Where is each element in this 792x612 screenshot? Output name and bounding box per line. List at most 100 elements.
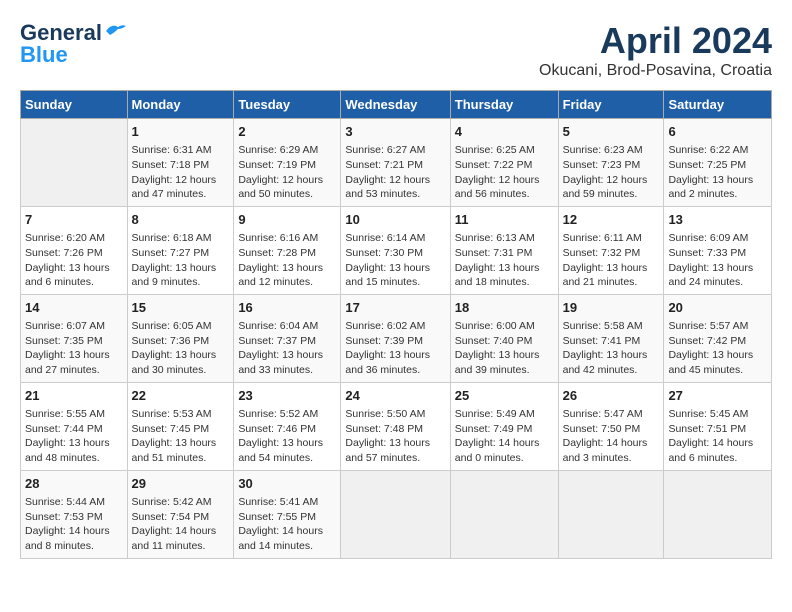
day-number: 1 [132, 123, 230, 141]
day-number: 17 [345, 299, 445, 317]
calendar-cell: 10 Sunrise: 6:14 AMSunset: 7:30 PMDayligh… [341, 206, 450, 294]
cell-content: Sunrise: 6:20 AMSunset: 7:26 PMDaylight:… [25, 231, 123, 290]
calendar-cell: 12 Sunrise: 6:11 AMSunset: 7:32 PMDayligh… [558, 206, 664, 294]
calendar-cell: 14 Sunrise: 6:07 AMSunset: 7:35 PMDayligh… [21, 294, 128, 382]
header-cell-thursday: Thursday [450, 91, 558, 119]
calendar-cell: 27 Sunrise: 5:45 AMSunset: 7:51 PMDayligh… [664, 382, 772, 470]
day-number: 2 [238, 123, 336, 141]
header-cell-wednesday: Wednesday [341, 91, 450, 119]
day-number: 24 [345, 387, 445, 405]
cell-content: Sunrise: 5:50 AMSunset: 7:48 PMDaylight:… [345, 407, 445, 466]
calendar-cell: 11 Sunrise: 6:13 AMSunset: 7:31 PMDayligh… [450, 206, 558, 294]
day-number: 14 [25, 299, 123, 317]
cell-content: Sunrise: 6:27 AMSunset: 7:21 PMDaylight:… [345, 143, 445, 202]
calendar-cell: 20 Sunrise: 5:57 AMSunset: 7:42 PMDayligh… [664, 294, 772, 382]
calendar-week-row: 21 Sunrise: 5:55 AMSunset: 7:44 PMDayligh… [21, 382, 772, 470]
calendar-cell: 8Sunrise: 6:18 AMSunset: 7:27 PMDaylight… [127, 206, 234, 294]
calendar-cell [558, 470, 664, 558]
cell-content: Sunrise: 6:09 AMSunset: 7:33 PMDaylight:… [668, 231, 767, 290]
calendar-cell: 4 Sunrise: 6:25 AMSunset: 7:22 PMDaylight… [450, 119, 558, 207]
cell-content: Sunrise: 6:05 AMSunset: 7:36 PMDaylight:… [132, 319, 230, 378]
day-number: 6 [668, 123, 767, 141]
calendar-cell: 16 Sunrise: 6:04 AMSunset: 7:37 PMDayligh… [234, 294, 341, 382]
calendar-week-row: 14 Sunrise: 6:07 AMSunset: 7:35 PMDayligh… [21, 294, 772, 382]
calendar-cell: 22 Sunrise: 5:53 AMSunset: 7:45 PMDayligh… [127, 382, 234, 470]
calendar-cell: 7Sunrise: 6:20 AMSunset: 7:26 PMDaylight… [21, 206, 128, 294]
calendar-cell: 5 Sunrise: 6:23 AMSunset: 7:23 PMDaylight… [558, 119, 664, 207]
day-number: 3 [345, 123, 445, 141]
calendar-cell: 13 Sunrise: 6:09 AMSunset: 7:33 PMDayligh… [664, 206, 772, 294]
day-number: 21 [25, 387, 123, 405]
header-cell-saturday: Saturday [664, 91, 772, 119]
cell-content: Sunrise: 6:14 AMSunset: 7:30 PMDaylight:… [345, 231, 445, 290]
calendar-week-row: 28 Sunrise: 5:44 AMSunset: 7:53 PMDayligh… [21, 470, 772, 558]
cell-content: Sunrise: 6:02 AMSunset: 7:39 PMDaylight:… [345, 319, 445, 378]
cell-content: Sunrise: 6:07 AMSunset: 7:35 PMDaylight:… [25, 319, 123, 378]
calendar-cell: 30 Sunrise: 5:41 AMSunset: 7:55 PMDayligh… [234, 470, 341, 558]
calendar-body: 1 Sunrise: 6:31 AMSunset: 7:18 PMDaylight… [21, 119, 772, 559]
title-block: April 2024 Okucani, Brod-Posavina, Croat… [539, 20, 772, 80]
logo-blue: Blue [20, 42, 68, 68]
cell-content: Sunrise: 6:13 AMSunset: 7:31 PMDaylight:… [455, 231, 554, 290]
calendar-table: SundayMondayTuesdayWednesdayThursdayFrid… [20, 90, 772, 559]
cell-content: Sunrise: 6:00 AMSunset: 7:40 PMDaylight:… [455, 319, 554, 378]
header-row: SundayMondayTuesdayWednesdayThursdayFrid… [21, 91, 772, 119]
cell-content: Sunrise: 5:58 AMSunset: 7:41 PMDaylight:… [563, 319, 660, 378]
cell-content: Sunrise: 5:57 AMSunset: 7:42 PMDaylight:… [668, 319, 767, 378]
cell-content: Sunrise: 5:52 AMSunset: 7:46 PMDaylight:… [238, 407, 336, 466]
day-number: 16 [238, 299, 336, 317]
cell-content: Sunrise: 5:47 AMSunset: 7:50 PMDaylight:… [563, 407, 660, 466]
day-number: 28 [25, 475, 123, 493]
calendar-cell: 18Sunrise: 6:00 AMSunset: 7:40 PMDayligh… [450, 294, 558, 382]
calendar-cell: 29Sunrise: 5:42 AMSunset: 7:54 PMDayligh… [127, 470, 234, 558]
cell-content: Sunrise: 5:44 AMSunset: 7:53 PMDaylight:… [25, 495, 123, 554]
cell-content: Sunrise: 5:45 AMSunset: 7:51 PMDaylight:… [668, 407, 767, 466]
calendar-cell: 23 Sunrise: 5:52 AMSunset: 7:46 PMDayligh… [234, 382, 341, 470]
header-cell-tuesday: Tuesday [234, 91, 341, 119]
day-number: 20 [668, 299, 767, 317]
cell-content: Sunrise: 5:53 AMSunset: 7:45 PMDaylight:… [132, 407, 230, 466]
day-number: 5 [563, 123, 660, 141]
day-number: 19 [563, 299, 660, 317]
calendar-cell [450, 470, 558, 558]
day-number: 27 [668, 387, 767, 405]
header-cell-monday: Monday [127, 91, 234, 119]
day-number: 11 [455, 211, 554, 229]
day-number: 13 [668, 211, 767, 229]
calendar-cell: 9 Sunrise: 6:16 AMSunset: 7:28 PMDaylight… [234, 206, 341, 294]
day-number: 9 [238, 211, 336, 229]
cell-content: Sunrise: 6:18 AMSunset: 7:27 PMDaylight:… [132, 231, 230, 290]
cell-content: Sunrise: 6:11 AMSunset: 7:32 PMDaylight:… [563, 231, 660, 290]
calendar-week-row: 1 Sunrise: 6:31 AMSunset: 7:18 PMDaylight… [21, 119, 772, 207]
day-number: 25 [455, 387, 554, 405]
cell-content: Sunrise: 6:22 AMSunset: 7:25 PMDaylight:… [668, 143, 767, 202]
day-number: 30 [238, 475, 336, 493]
cell-content: Sunrise: 6:23 AMSunset: 7:23 PMDaylight:… [563, 143, 660, 202]
cell-content: Sunrise: 5:41 AMSunset: 7:55 PMDaylight:… [238, 495, 336, 554]
cell-content: Sunrise: 5:55 AMSunset: 7:44 PMDaylight:… [25, 407, 123, 466]
calendar-week-row: 7Sunrise: 6:20 AMSunset: 7:26 PMDaylight… [21, 206, 772, 294]
day-number: 10 [345, 211, 445, 229]
calendar-header: SundayMondayTuesdayWednesdayThursdayFrid… [21, 91, 772, 119]
calendar-cell: 26 Sunrise: 5:47 AMSunset: 7:50 PMDayligh… [558, 382, 664, 470]
calendar-cell [341, 470, 450, 558]
calendar-cell: 17 Sunrise: 6:02 AMSunset: 7:39 PMDayligh… [341, 294, 450, 382]
cell-content: Sunrise: 6:25 AMSunset: 7:22 PMDaylight:… [455, 143, 554, 202]
calendar-cell: 24 Sunrise: 5:50 AMSunset: 7:48 PMDayligh… [341, 382, 450, 470]
page-header: General Blue April 2024 Okucani, Brod-Po… [20, 20, 772, 80]
page-title: April 2024 [539, 20, 772, 62]
day-number: 4 [455, 123, 554, 141]
header-cell-sunday: Sunday [21, 91, 128, 119]
cell-content: Sunrise: 6:16 AMSunset: 7:28 PMDaylight:… [238, 231, 336, 290]
cell-content: Sunrise: 6:31 AMSunset: 7:18 PMDaylight:… [132, 143, 230, 202]
calendar-cell: 3 Sunrise: 6:27 AMSunset: 7:21 PMDaylight… [341, 119, 450, 207]
day-number: 12 [563, 211, 660, 229]
calendar-cell: 15 Sunrise: 6:05 AMSunset: 7:36 PMDayligh… [127, 294, 234, 382]
calendar-cell: 28 Sunrise: 5:44 AMSunset: 7:53 PMDayligh… [21, 470, 128, 558]
day-number: 26 [563, 387, 660, 405]
day-number: 22 [132, 387, 230, 405]
cell-content: Sunrise: 6:29 AMSunset: 7:19 PMDaylight:… [238, 143, 336, 202]
day-number: 23 [238, 387, 336, 405]
day-number: 15 [132, 299, 230, 317]
cell-content: Sunrise: 6:04 AMSunset: 7:37 PMDaylight:… [238, 319, 336, 378]
